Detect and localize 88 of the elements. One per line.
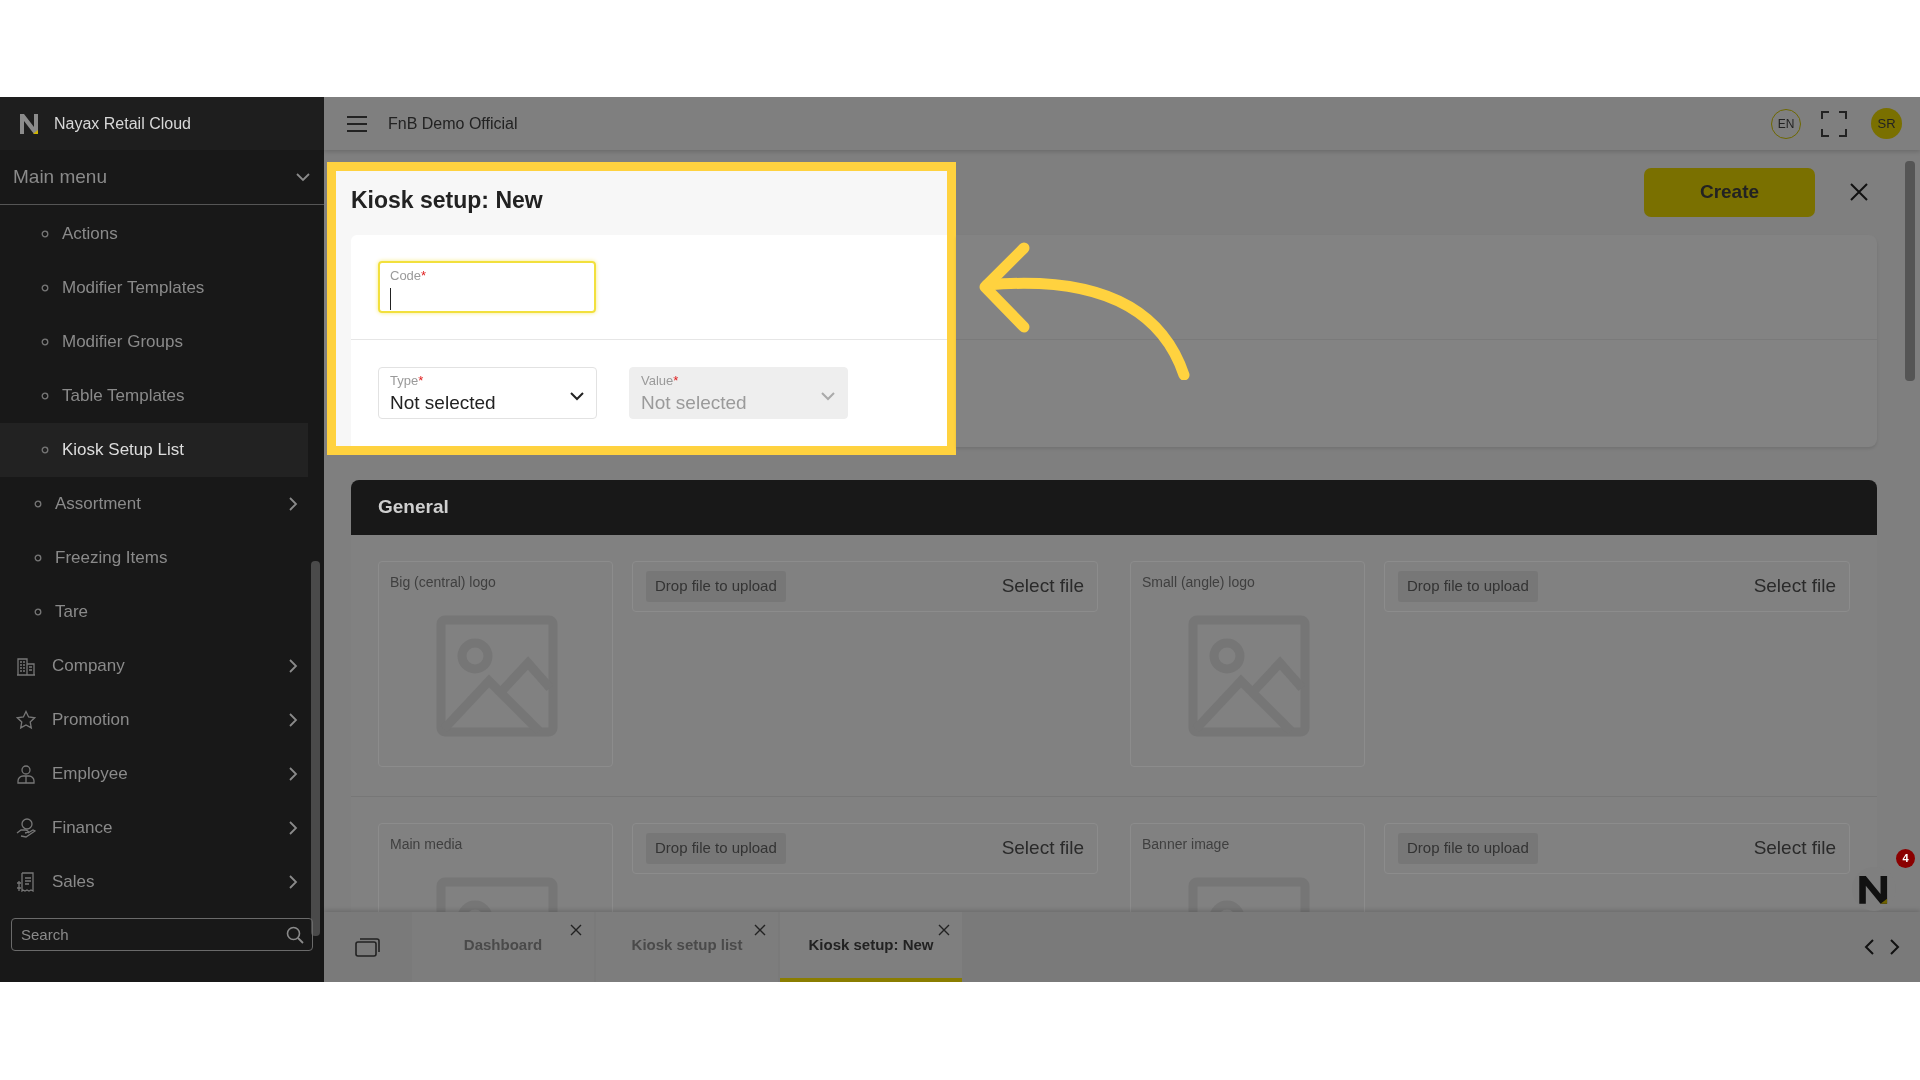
menu-item-label: Freezing Items	[55, 547, 169, 570]
search-field[interactable]: Search	[11, 918, 313, 951]
menu-item-label: Company	[52, 655, 126, 678]
search-icon[interactable]	[286, 926, 304, 944]
drop-zone[interactable]: Drop file to upload Select file	[632, 823, 1098, 874]
menu-item-label: Tare	[55, 601, 90, 624]
drop-hint: Drop file to upload	[1398, 833, 1538, 864]
bullet-icon	[41, 338, 49, 346]
close-icon[interactable]	[754, 924, 766, 936]
menu-icon[interactable]	[346, 114, 368, 133]
menu-item-label: Table Templates	[62, 385, 185, 408]
building-icon	[16, 656, 36, 676]
menu-item[interactable]: Sales	[0, 855, 308, 909]
bullet-icon	[34, 554, 42, 562]
scrollbar[interactable]	[311, 561, 320, 936]
menu-item[interactable]: Finance	[0, 801, 308, 855]
drop-hint: Drop file to upload	[1398, 571, 1538, 602]
bullet-icon	[34, 608, 42, 616]
menu-item[interactable]: Company	[0, 639, 308, 693]
menu-item-label: Modifier Groups	[62, 331, 183, 354]
logo-icon	[18, 112, 40, 135]
bullet-icon	[41, 392, 49, 400]
menu-item-label: Modifier Templates	[62, 277, 205, 300]
user-avatar[interactable]: SR	[1871, 108, 1902, 139]
upload-label: Main media	[390, 835, 464, 854]
close-icon[interactable]	[1850, 183, 1868, 201]
star-icon	[16, 710, 36, 730]
field-label: Code*	[390, 269, 428, 282]
page-title: Kiosk setup: New	[351, 187, 543, 213]
code-field[interactable]: Code*	[378, 261, 596, 313]
menu-item[interactable]: Actions	[0, 207, 308, 261]
scrollbar[interactable]	[1905, 161, 1915, 381]
drop-zone[interactable]: Drop file to upload Select file	[1384, 823, 1850, 874]
menu-item-label: Kiosk Setup List	[62, 439, 184, 462]
create-button[interactable]: Create	[1644, 168, 1815, 217]
menu-item-label: Assortment	[55, 493, 142, 516]
upload-label: Small (angle) logo	[1142, 573, 1256, 592]
notification-badge: 4	[1896, 849, 1915, 868]
tab[interactable]: Kiosk setup: New	[780, 912, 962, 982]
bullet-icon	[41, 284, 49, 292]
select-value: Not selected	[390, 391, 497, 415]
select-file-button[interactable]: Select file	[1753, 834, 1836, 863]
menu-item[interactable]: Freezing Items	[0, 531, 308, 585]
menu-item-label: Promotion	[52, 709, 131, 732]
upload-label: Banner image	[1142, 835, 1231, 854]
scroll-right-icon[interactable]	[1888, 939, 1900, 955]
drop-hint: Drop file to upload	[646, 833, 786, 864]
menu-item-label: Employee	[52, 763, 129, 786]
close-icon[interactable]	[570, 924, 582, 936]
chevron-icon[interactable]	[569, 391, 585, 401]
field-label: Value*	[641, 374, 680, 387]
person-icon	[16, 764, 36, 784]
menu-item[interactable]: Employee	[0, 747, 308, 801]
upload-label: Big (central) logo	[390, 573, 497, 592]
menu-item[interactable]: Modifier Groups	[0, 315, 308, 369]
select-value: Not selected	[641, 391, 748, 415]
coin-icon	[16, 818, 36, 838]
select-field[interactable]: Type* Not selected	[378, 367, 597, 419]
menu-item[interactable]: Tare	[0, 585, 308, 639]
drop-hint: Drop file to upload	[646, 571, 786, 602]
menu-item-label: Sales	[52, 871, 96, 894]
company-name: FnB Demo Official	[388, 113, 518, 134]
select-file-button[interactable]: Select file	[1001, 834, 1084, 863]
select-file-button[interactable]: Select file	[1753, 572, 1836, 601]
menu-item[interactable]: Assortment	[0, 477, 308, 531]
menu-item[interactable]: Modifier Templates	[0, 261, 308, 315]
field-label: Type*	[390, 374, 425, 387]
drop-zone[interactable]: Drop file to upload Select file	[1384, 561, 1850, 612]
fullscreen-icon[interactable]	[1821, 110, 1847, 137]
drop-zone[interactable]: Drop file to upload Select file	[632, 561, 1098, 612]
app-name: Nayax Retail Cloud	[54, 113, 191, 134]
close-icon[interactable]	[938, 924, 950, 936]
menu-item[interactable]: Kiosk Setup List	[0, 423, 308, 477]
windows-icon[interactable]	[355, 937, 381, 957]
bullet-icon	[34, 500, 42, 508]
select-file-button[interactable]: Select file	[1001, 572, 1084, 601]
bullet-icon	[41, 446, 49, 454]
menu-item-label: Actions	[62, 223, 118, 246]
menu-item[interactable]: Table Templates	[0, 369, 308, 423]
bullet-icon	[41, 230, 49, 238]
scroll-left-icon[interactable]	[1864, 939, 1876, 955]
menu-item-label: Finance	[52, 817, 114, 840]
receipt-icon	[16, 872, 36, 892]
tab-label: Kiosk setup: New	[808, 934, 934, 955]
section-title: General	[378, 495, 449, 520]
menu-title[interactable]: Main menu	[13, 162, 107, 192]
text-cursor	[390, 288, 391, 310]
menu-item[interactable]: Promotion	[0, 693, 308, 747]
